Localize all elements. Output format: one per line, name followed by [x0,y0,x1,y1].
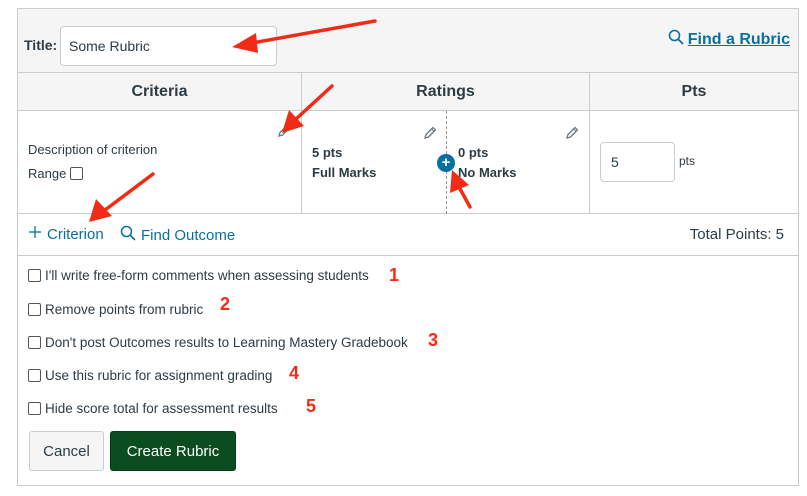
annotation-arrow [89,172,155,222]
annotation-arrows [89,19,472,222]
annotation-arrow [282,84,334,133]
annotation-arrow [232,19,377,53]
annotation-arrow [450,170,472,209]
